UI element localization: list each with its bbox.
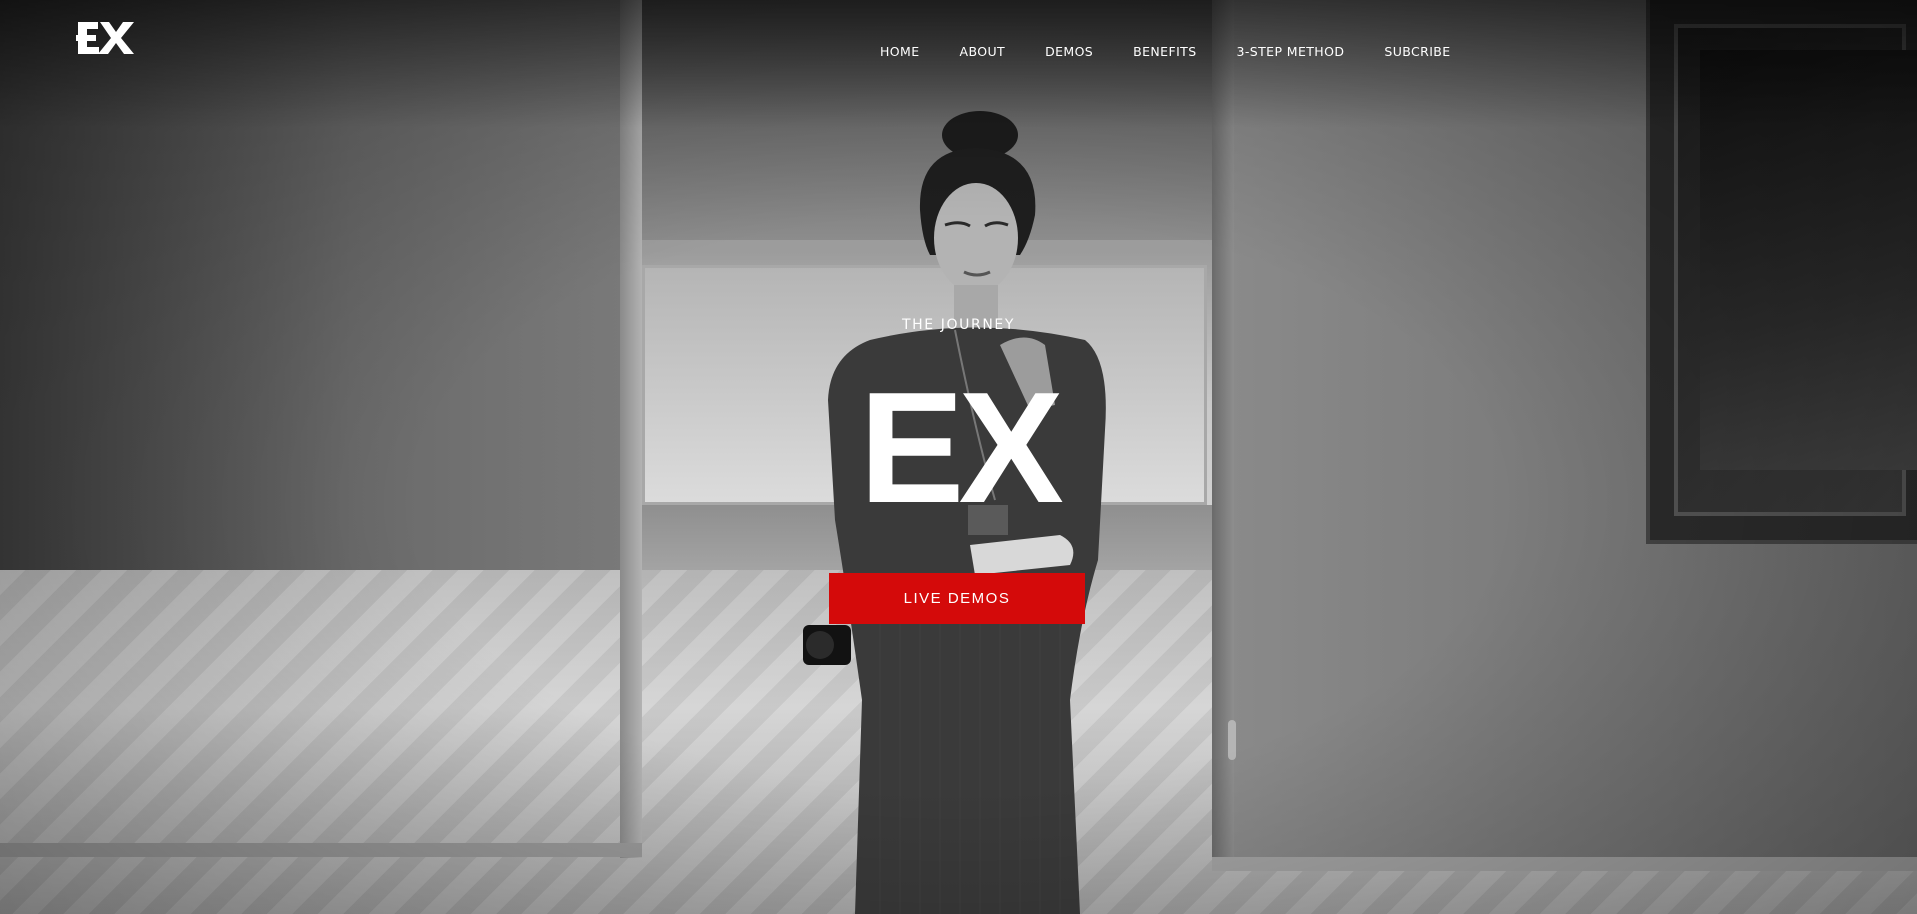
hero-title: EX [859,360,1064,536]
nav-demos[interactable]: DEMOS [1045,44,1093,59]
ex-logo-icon[interactable] [76,18,136,58]
hero-subtitle: THE JOURNEY [902,317,1015,333]
nav-benefits[interactable]: BENEFITS [1133,44,1196,59]
nav-3-step-method[interactable]: 3-STEP METHOD [1237,44,1345,59]
nav-about[interactable]: ABOUT [960,44,1006,59]
live-demos-button[interactable]: LIVE DEMOS [829,573,1085,624]
main-nav: HOME ABOUT DEMOS BENEFITS 3-STEP METHOD … [880,44,1451,59]
nav-home[interactable]: HOME [880,44,920,59]
hero-section: HOME ABOUT DEMOS BENEFITS 3-STEP METHOD … [0,0,1917,914]
nav-subscribe[interactable]: SUBCRIBE [1384,44,1450,59]
